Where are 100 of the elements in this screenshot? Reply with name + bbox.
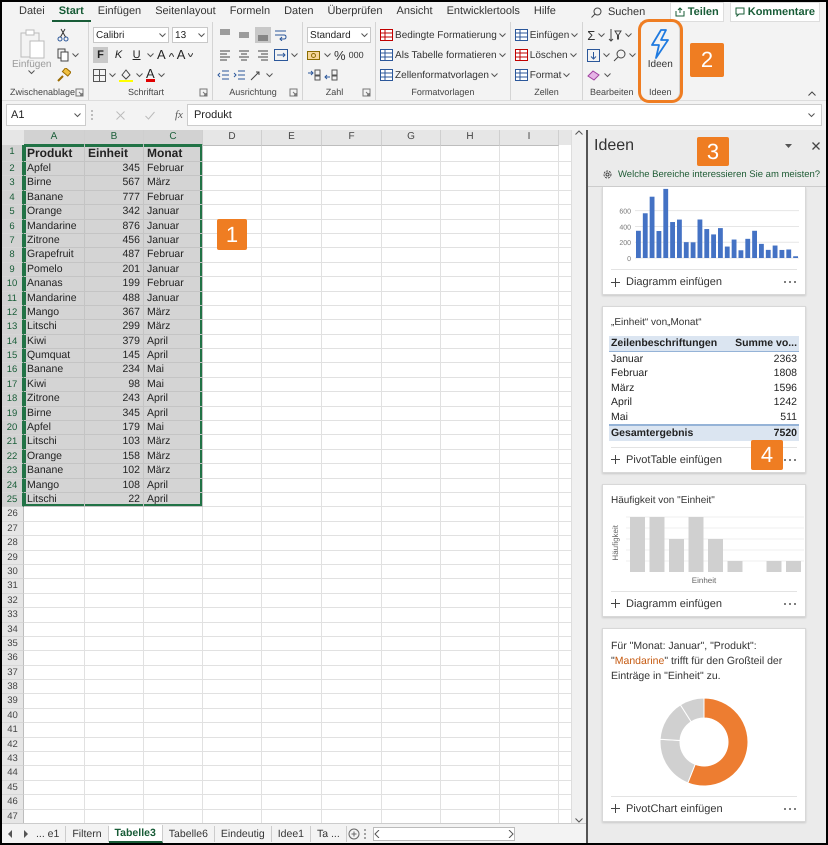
number-format-field[interactable]: Standard bbox=[307, 27, 372, 43]
row-header[interactable]: 35 bbox=[2, 636, 24, 652]
dialog-launcher-icon[interactable] bbox=[289, 88, 298, 96]
decrease-indent-icon[interactable] bbox=[217, 69, 230, 81]
row-header[interactable]: 12 bbox=[2, 306, 24, 320]
dialog-launcher-icon[interactable] bbox=[75, 88, 84, 96]
share-button[interactable]: Teilen bbox=[670, 2, 724, 22]
sheet-tab[interactable]: Eindeutig bbox=[214, 826, 272, 842]
dialog-launcher-icon[interactable] bbox=[199, 88, 208, 96]
caret-icon[interactable] bbox=[74, 112, 81, 118]
insert-function-button[interactable]: fx bbox=[175, 109, 183, 121]
font-name-field[interactable]: Calibri bbox=[93, 27, 170, 43]
row-header[interactable]: 19 bbox=[2, 406, 24, 422]
sheet-tab[interactable]: Tabelle3 bbox=[108, 824, 163, 842]
styles-menu[interactable]: Zellenformatvorlagen bbox=[380, 67, 506, 83]
scissors-icon[interactable] bbox=[57, 28, 70, 42]
caret-icon[interactable] bbox=[159, 32, 166, 38]
font-size-field[interactable]: 13 bbox=[172, 27, 208, 43]
settings-link[interactable]: Welche Bereiche interessieren Sie am meisten? bbox=[618, 168, 820, 180]
cells-menu[interactable]: Format bbox=[514, 67, 578, 83]
dialog-launcher-icon[interactable] bbox=[362, 88, 372, 96]
insert-link[interactable]: Diagramm einfügen bbox=[626, 598, 722, 610]
row-header[interactable]: 38 bbox=[2, 680, 24, 694]
more-icon[interactable] bbox=[783, 806, 797, 810]
caret-icon[interactable] bbox=[498, 52, 506, 58]
ribbon-tab[interactable]: Überprüfen bbox=[320, 2, 390, 22]
caret-icon[interactable] bbox=[570, 52, 577, 58]
caret-icon[interactable] bbox=[158, 72, 165, 78]
shrink-font-button[interactable]: A bbox=[176, 48, 186, 62]
fill-color-icon[interactable] bbox=[119, 68, 134, 82]
formula-field[interactable]: Produkt bbox=[186, 104, 822, 126]
caret-icon[interactable] bbox=[490, 72, 498, 78]
row-header[interactable]: 25 bbox=[2, 492, 24, 508]
cells-menu[interactable]: Einfügen bbox=[514, 27, 578, 43]
caret-icon[interactable] bbox=[563, 72, 570, 78]
column-header[interactable]: A bbox=[24, 130, 85, 146]
caret-icon[interactable] bbox=[604, 72, 612, 78]
column-header[interactable]: C bbox=[144, 130, 203, 146]
row-header[interactable]: 32 bbox=[2, 594, 24, 608]
sheet-tab[interactable]: ... e1 bbox=[30, 826, 66, 842]
search-label[interactable]: Suchen bbox=[608, 6, 646, 18]
row-header[interactable]: 39 bbox=[2, 694, 24, 709]
ribbon-tab[interactable]: Seitenlayout bbox=[148, 2, 223, 22]
close-icon[interactable] bbox=[812, 142, 820, 150]
row-header[interactable]: 3 bbox=[2, 176, 24, 191]
fill-down-icon[interactable] bbox=[587, 48, 600, 62]
column-header[interactable]: I bbox=[500, 130, 559, 146]
percent-button[interactable]: % bbox=[334, 48, 346, 62]
row-header[interactable]: 45 bbox=[2, 780, 24, 796]
row-header[interactable]: 41 bbox=[2, 723, 24, 738]
comments-button[interactable]: Kommentare bbox=[730, 2, 820, 22]
name-box[interactable]: A1 bbox=[6, 104, 86, 126]
eraser-icon[interactable] bbox=[587, 69, 602, 81]
ribbon-tab[interactable]: Ansicht bbox=[389, 2, 440, 22]
currency-icon[interactable] bbox=[307, 49, 322, 61]
row-header[interactable]: 34 bbox=[2, 622, 24, 637]
ribbon-tab[interactable]: Einfügen bbox=[90, 2, 148, 22]
copy-icon[interactable] bbox=[57, 48, 70, 62]
more-icon[interactable] bbox=[783, 458, 797, 462]
align-right-icon[interactable] bbox=[257, 49, 270, 61]
row-header[interactable]: 15 bbox=[2, 349, 24, 364]
borders-icon[interactable] bbox=[93, 68, 106, 82]
search-icon[interactable] bbox=[613, 48, 626, 62]
caret-icon[interactable] bbox=[198, 32, 206, 38]
row-header[interactable]: 2 bbox=[2, 162, 24, 176]
row-header[interactable]: 46 bbox=[2, 795, 24, 810]
styles-menu[interactable]: Bedingte Formatierung bbox=[380, 27, 506, 43]
row-header[interactable]: 9 bbox=[2, 262, 24, 278]
row-header[interactable]: 37 bbox=[2, 666, 24, 680]
row-header[interactable]: 26 bbox=[2, 507, 24, 522]
ribbon-tab[interactable]: Hilfe bbox=[526, 2, 563, 22]
italic-button[interactable]: K bbox=[111, 47, 126, 63]
row-header[interactable]: 31 bbox=[2, 579, 24, 594]
autosum-button[interactable]: Σ bbox=[587, 28, 596, 42]
row-header[interactable]: 7 bbox=[2, 234, 24, 248]
caret-icon[interactable] bbox=[361, 32, 368, 38]
insert-link[interactable]: PivotChart einfügen bbox=[626, 802, 723, 814]
scroll-down-icon[interactable] bbox=[575, 818, 584, 823]
insert-link[interactable]: PivotTable einfügen bbox=[626, 454, 722, 466]
dropdown-icon[interactable] bbox=[785, 144, 792, 148]
caret-icon[interactable] bbox=[625, 32, 632, 38]
thousands-button[interactable]: 000 bbox=[348, 50, 364, 60]
caret-icon[interactable] bbox=[136, 72, 144, 78]
settings-icon[interactable] bbox=[602, 168, 613, 180]
ribbon-tab[interactable]: Entwicklertools bbox=[440, 2, 527, 22]
ribbon-tab[interactable]: Start bbox=[52, 2, 91, 22]
caret-icon[interactable] bbox=[291, 52, 298, 58]
font-color-button[interactable]: A bbox=[146, 68, 155, 82]
row-header[interactable]: 44 bbox=[2, 766, 24, 781]
row-header[interactable]: 17 bbox=[2, 378, 24, 392]
row-header[interactable]: 5 bbox=[2, 205, 24, 220]
wrap-text-icon[interactable] bbox=[274, 29, 288, 41]
row-header[interactable]: 42 bbox=[2, 738, 24, 752]
merge-cells-icon[interactable] bbox=[274, 49, 288, 61]
caret-icon[interactable] bbox=[324, 52, 332, 58]
increase-indent-icon[interactable] bbox=[233, 69, 246, 81]
cells-menu[interactable]: Löschen bbox=[514, 47, 578, 63]
row-header[interactable]: 47 bbox=[2, 810, 24, 823]
row-header[interactable]: 20 bbox=[2, 421, 24, 436]
row-header[interactable]: 29 bbox=[2, 550, 24, 565]
